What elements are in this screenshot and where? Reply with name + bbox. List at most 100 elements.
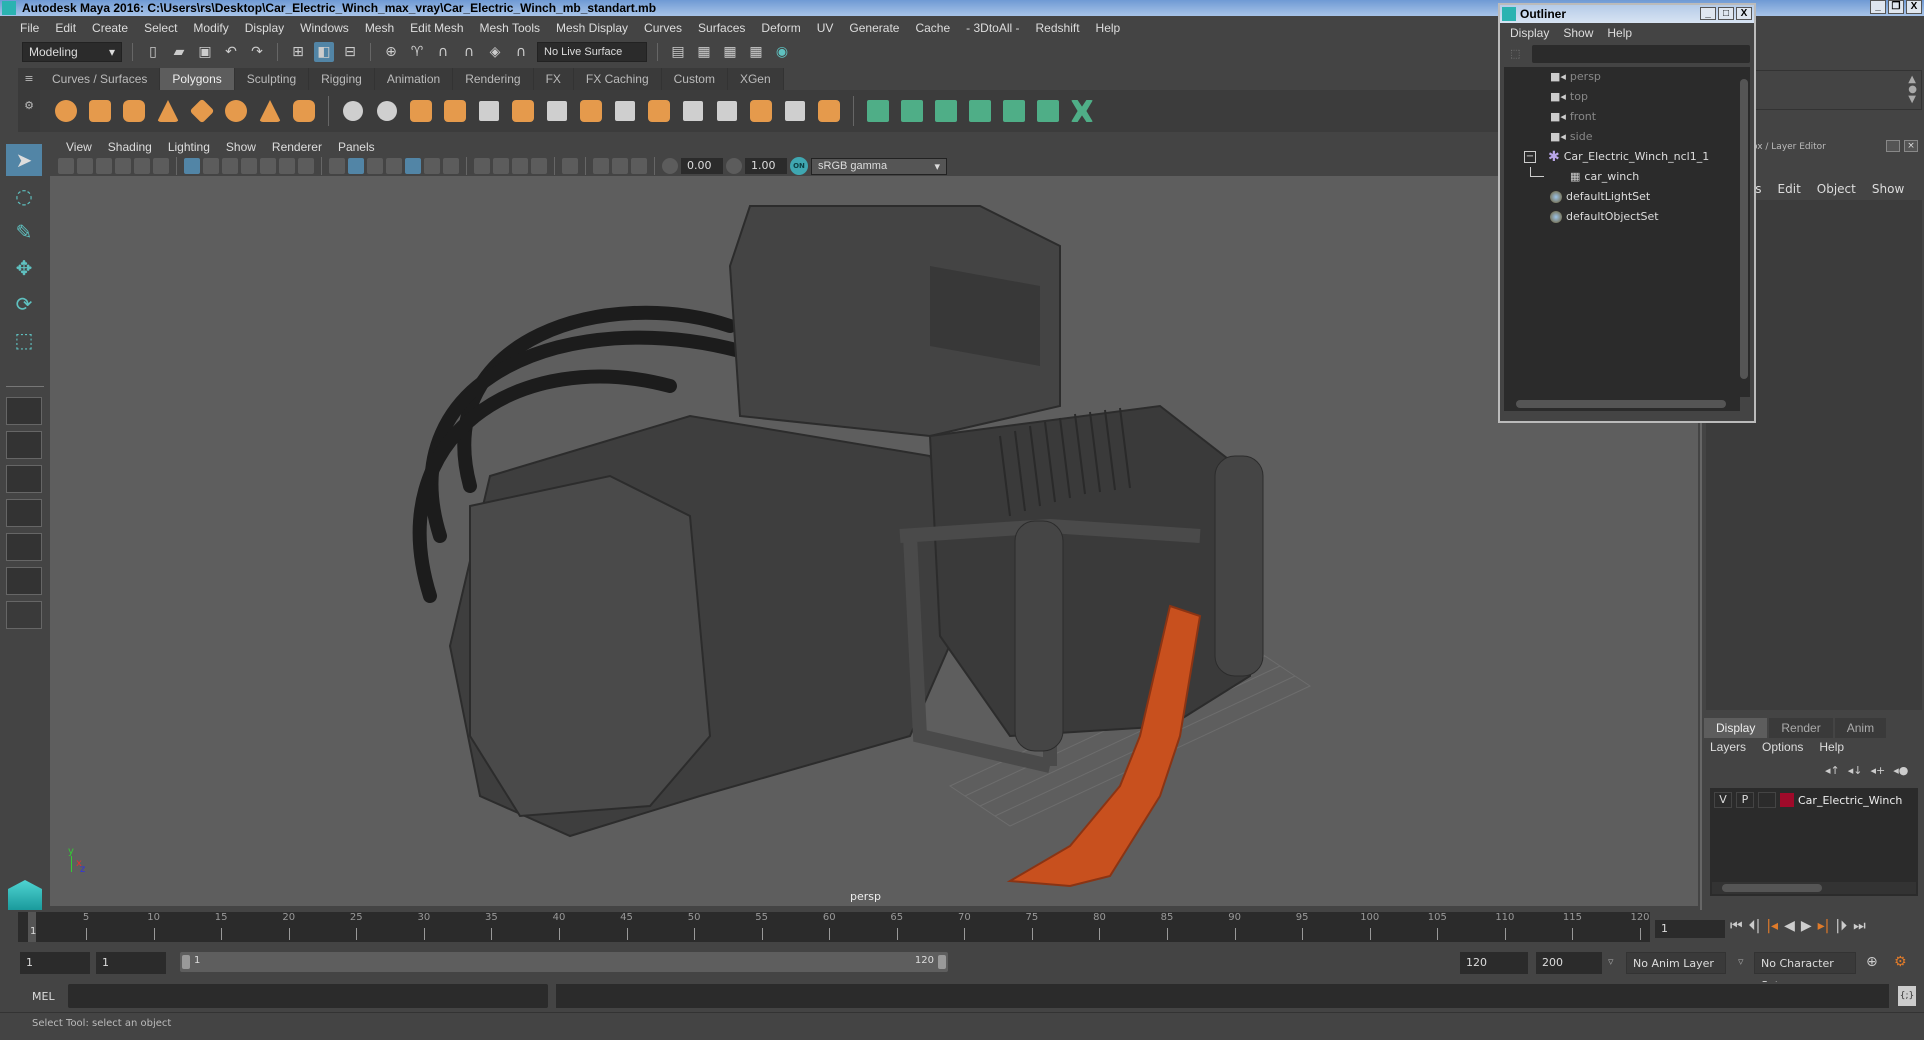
snap-grid-icon[interactable]: ⊕ xyxy=(381,42,401,62)
poly-sphere-icon[interactable] xyxy=(52,97,80,125)
ipr-render-icon[interactable]: ▦ xyxy=(720,42,740,62)
mirror-icon[interactable] xyxy=(407,97,435,125)
lasso-tool-icon[interactable]: ◌ xyxy=(6,180,42,212)
render-settings-icon[interactable]: ▤ xyxy=(668,42,688,62)
tab-rigging[interactable]: Rigging xyxy=(309,68,375,90)
menu-file[interactable]: File xyxy=(12,21,47,35)
menu-uv[interactable]: UV xyxy=(809,21,842,35)
tab-custom[interactable]: Custom xyxy=(661,68,728,90)
paint-select-tool-icon[interactable]: ✎ xyxy=(6,216,42,248)
go-to-end-icon[interactable]: ⏭ xyxy=(1853,918,1866,934)
end-time-field[interactable]: 200 xyxy=(1536,952,1602,974)
play-backwards-icon[interactable]: ◀ xyxy=(1784,918,1795,934)
outliner-maximize-button[interactable]: □ xyxy=(1718,7,1734,20)
tab-polygons[interactable]: Polygons xyxy=(160,68,235,90)
menu-mesh[interactable]: Mesh xyxy=(357,21,402,35)
range-end-handle[interactable] xyxy=(938,955,946,969)
menu-cache[interactable]: Cache xyxy=(907,21,958,35)
field-chart-icon[interactable] xyxy=(260,158,276,174)
wireframe-icon[interactable] xyxy=(329,158,345,174)
close-button[interactable]: X xyxy=(1906,0,1922,14)
merge-icon[interactable] xyxy=(747,97,775,125)
collapse-icon[interactable] xyxy=(781,97,809,125)
grid-icon[interactable] xyxy=(184,158,200,174)
vp-menu-shading[interactable]: Shading xyxy=(100,140,160,154)
film-gate-icon[interactable] xyxy=(203,158,219,174)
live-surface-field[interactable]: No Live Surface xyxy=(537,42,647,62)
bookmark-icon[interactable] xyxy=(96,158,112,174)
menu-mesh-tools[interactable]: Mesh Tools xyxy=(472,21,548,35)
script-editor-icon[interactable]: {;} xyxy=(1898,986,1916,1006)
snap-point-icon[interactable]: ∩ xyxy=(433,42,453,62)
isolate-select-icon[interactable] xyxy=(562,158,578,174)
move-layer-down-icon[interactable]: ◂↓ xyxy=(1848,764,1863,777)
outliner-close-button[interactable]: X xyxy=(1736,7,1752,20)
unfold-icon[interactable] xyxy=(1068,97,1096,125)
filter-icon[interactable]: ⬚ xyxy=(1510,47,1520,60)
tab-fx-caching[interactable]: FX Caching xyxy=(573,68,662,90)
gamma-field[interactable]: 1.00 xyxy=(745,158,787,174)
cb-menu-show[interactable]: Show xyxy=(1872,182,1904,196)
shelf-menu-icon[interactable]: ≡ xyxy=(18,72,40,85)
hypershade-layout-icon[interactable] xyxy=(6,533,42,561)
shadows-icon[interactable] xyxy=(443,158,459,174)
cb-scroll-arrows-icon[interactable]: ▲ ● ▼ xyxy=(1908,75,1917,105)
smooth-icon[interactable] xyxy=(441,97,469,125)
poly-cone-icon[interactable] xyxy=(154,97,182,125)
outliner-item-persp[interactable]: ■◂ persp xyxy=(1504,67,1740,87)
new-layer-icon[interactable]: ◂+ xyxy=(1871,764,1886,777)
chevron-down-icon[interactable]: ▿ xyxy=(1738,955,1744,968)
spherical-map-icon[interactable] xyxy=(932,97,960,125)
outliner-minimize-button[interactable]: _ xyxy=(1700,7,1716,20)
use-all-lights-icon[interactable] xyxy=(424,158,440,174)
camera-attributes-icon[interactable] xyxy=(77,158,93,174)
viewport-persp[interactable]: y x z xyxy=(50,176,1698,906)
playback-end-field[interactable]: 120 xyxy=(1460,952,1528,974)
tab-rendering[interactable]: Rendering xyxy=(453,68,534,90)
layer-menu-layers[interactable]: Layers xyxy=(1710,740,1746,754)
outliner-menu-help[interactable]: Help xyxy=(1607,26,1632,40)
persp-uv-layout-icon[interactable] xyxy=(6,567,42,595)
layer-tab-anim[interactable]: Anim xyxy=(1834,718,1887,738)
safe-title-icon[interactable] xyxy=(298,158,314,174)
outliner-hscrollbar[interactable] xyxy=(1504,397,1740,411)
menu-edit-mesh[interactable]: Edit Mesh xyxy=(402,21,471,35)
step-back-key-icon[interactable]: |◂ xyxy=(1766,918,1778,934)
select-hierarchy-icon[interactable]: ⊞ xyxy=(288,42,308,62)
step-back-frame-icon[interactable]: ⏴| xyxy=(1749,918,1761,934)
poly-plane-icon[interactable] xyxy=(188,97,216,125)
redo-icon[interactable]: ↷ xyxy=(247,42,267,62)
outliner-item-default-object-set[interactable]: defaultObjectSet xyxy=(1504,207,1740,227)
average-icon[interactable] xyxy=(475,97,503,125)
persp-outliner-layout-icon[interactable] xyxy=(6,465,42,493)
rotate-tool-icon[interactable]: ⟳ xyxy=(6,288,42,320)
scale-tool-icon[interactable]: ⬚ xyxy=(6,324,42,356)
four-view-layout-icon[interactable] xyxy=(6,431,42,459)
outliner-item-side[interactable]: ■◂ side xyxy=(1504,127,1740,147)
xray-joints-icon[interactable] xyxy=(612,158,628,174)
camera-select-icon[interactable] xyxy=(58,158,74,174)
depth-of-field-icon[interactable] xyxy=(531,158,547,174)
motion-blur-icon[interactable] xyxy=(493,158,509,174)
menu-surfaces[interactable]: Surfaces xyxy=(690,21,753,35)
current-frame-field[interactable]: 1 xyxy=(1655,920,1725,938)
fill-hole-icon[interactable] xyxy=(611,97,639,125)
range-start-handle[interactable] xyxy=(182,955,190,969)
snap-projected-center-icon[interactable]: ∩ xyxy=(459,42,479,62)
character-set-dropdown[interactable]: No Character Set xyxy=(1754,952,1856,992)
undo-icon[interactable]: ↶ xyxy=(221,42,241,62)
contour-stretch-icon[interactable] xyxy=(1000,97,1028,125)
smooth-shade-icon[interactable] xyxy=(348,158,364,174)
time-slider[interactable]: 1 5 10 15 20 25 30 35 40 45 50 55 60 65 70 75 80 85 90 95 1… xyxy=(18,912,1650,942)
hypershade-icon[interactable]: ◉ xyxy=(772,42,792,62)
restore-button[interactable]: ❐ xyxy=(1888,0,1904,14)
screen-space-ao-icon[interactable] xyxy=(474,158,490,174)
render-frame-icon[interactable]: ▦ xyxy=(694,42,714,62)
vp-menu-panels[interactable]: Panels xyxy=(330,140,383,154)
uv-editor-icon[interactable] xyxy=(1034,97,1062,125)
persp-graph-layout-icon[interactable] xyxy=(6,499,42,527)
layer-color-swatch[interactable] xyxy=(1780,793,1794,807)
start-time-field[interactable]: 1 xyxy=(20,952,90,974)
wireframe-on-shaded-icon[interactable] xyxy=(386,158,402,174)
vp-menu-lighting[interactable]: Lighting xyxy=(160,140,218,154)
